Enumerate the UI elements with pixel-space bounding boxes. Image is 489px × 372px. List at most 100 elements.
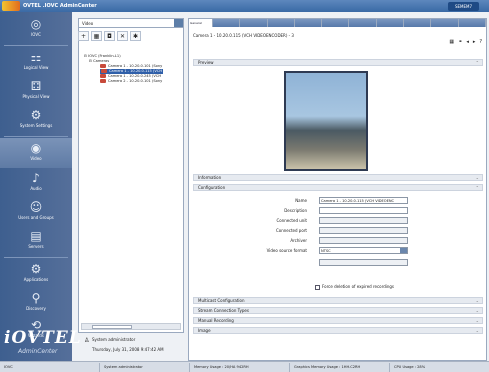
tab[interactable]: [458, 19, 486, 27]
nav-divider: [4, 257, 68, 258]
nav-label: IOVC: [31, 32, 41, 37]
nav-item-system-settings[interactable]: ⚙ System Settings: [0, 105, 72, 135]
nav-label: Logical View: [23, 65, 49, 70]
description-input[interactable]: [319, 207, 408, 214]
help-icon[interactable]: ?: [479, 39, 482, 45]
field-video-source-format: Video source format NTSC: [193, 247, 483, 255]
tree-node-label: Camera 1 - 10.20.0.245 (VCH: [108, 74, 162, 78]
field-label: Name: [295, 198, 307, 203]
tree-node-label: Camera 1 - 10.20.0.115 (VCH: [109, 69, 163, 73]
tree-node-camera[interactable]: Camera 2 - 10.20.0.101 (Sony: [100, 79, 162, 84]
nav-item-video[interactable]: ◉ Video: [0, 138, 72, 168]
name-input[interactable]: Camera 1 - 10.20.0.115 (VCH VIDEOENC: [319, 197, 408, 204]
back-icon[interactable]: ◂: [466, 39, 469, 45]
camera-preview: [284, 71, 368, 171]
tab[interactable]: [349, 19, 377, 27]
scrollbar-thumb[interactable]: [92, 325, 132, 329]
user-name: System administrator: [92, 337, 136, 342]
section-preview[interactable]: Preview ⌃: [193, 59, 483, 66]
user-icon: ♙: [84, 337, 90, 344]
tree-toolbar: + ▦ ◘ ✕ ✱: [78, 31, 184, 43]
tab[interactable]: [404, 19, 432, 27]
audio-icon: ♪: [32, 171, 40, 185]
nav-item-audio[interactable]: ♪ Audio: [0, 168, 72, 198]
section-title: Multicast Configuration: [198, 298, 245, 303]
nav-divider: [4, 45, 68, 46]
tree-horizontal-scrollbar[interactable]: [81, 323, 181, 330]
globe-icon: ◎: [30, 17, 42, 31]
nav-item-discovery[interactable]: ⚲ Discovery: [0, 288, 72, 318]
chevron-down-icon[interactable]: [400, 248, 407, 253]
grid-icon[interactable]: ▦: [449, 39, 454, 45]
section-title: Configuration: [198, 185, 226, 190]
navigation-sidebar: ◎ IOVC ⚏ Logical View ⚃ Physical View ⚙ Syst…: [0, 12, 81, 361]
nav-label: Users and Groups: [18, 215, 54, 220]
chevron-down-icon: ⌄: [475, 318, 479, 323]
section-configuration[interactable]: Configuration ⌃: [193, 184, 483, 191]
forward-icon[interactable]: ▸: [473, 39, 476, 45]
nav-label: Applications: [23, 277, 49, 282]
tree-view-selector-value: Video: [82, 21, 94, 26]
archiver-input: [319, 237, 408, 244]
section-multicast[interactable]: Multicast Configuration ⌄: [193, 297, 483, 304]
section-image[interactable]: Image ⌄: [193, 327, 483, 334]
nav-item-servers[interactable]: ▤ Servers: [0, 226, 72, 256]
section-stream-connection[interactable]: Stream Connection Types ⌄: [193, 307, 483, 314]
grid-icon[interactable]: ▦: [91, 31, 102, 41]
chevron-down-icon[interactable]: [174, 19, 183, 27]
tree-node-label: IOVC (Franklin-L1): [88, 54, 121, 58]
tree-view-selector[interactable]: Video: [78, 18, 184, 28]
chevron-down-icon: ⌄: [475, 175, 479, 180]
status-memory: Memory Usage : 20/HA 942RH: [190, 362, 290, 372]
add-icon[interactable]: +: [78, 31, 89, 41]
header-tools: ▦ ⚭ ◂ ▸ ?: [449, 39, 482, 45]
tab[interactable]: [294, 19, 323, 27]
tree-node-label: Cameras: [93, 59, 110, 63]
nav-item-logical-view[interactable]: ⚏ Logical View: [0, 47, 72, 77]
nav-item-physical-view[interactable]: ⚃ Physical View: [0, 76, 72, 106]
video-source-format-value: NTSC: [321, 249, 331, 253]
link-icon[interactable]: ⚭: [458, 39, 462, 45]
section-information[interactable]: Information ⌄: [193, 174, 483, 181]
delete-icon[interactable]: ✕: [117, 31, 128, 41]
nav-item-iovc[interactable]: ◎ IOVC: [0, 14, 72, 44]
field-name: Name Camera 1 - 10.20.0.115 (VCH VIDEOENC: [193, 197, 483, 205]
tab[interactable]: [431, 19, 459, 27]
nav-item-users-and-groups[interactable]: ☺ Users and Groups: [0, 197, 72, 227]
camera-add-icon[interactable]: ◘: [104, 31, 115, 41]
tab[interactable]: [267, 19, 295, 27]
section-title: Preview: [198, 60, 214, 65]
field-label: Connected port: [275, 228, 307, 233]
tab[interactable]: [213, 19, 241, 27]
tab[interactable]: [322, 19, 350, 27]
brand-subtitle: AdminCenter: [18, 348, 58, 355]
tab[interactable]: [376, 19, 405, 27]
section-title: Manual Recording: [198, 318, 234, 323]
chevron-down-icon: ⌄: [475, 298, 479, 303]
tree-node-label: Camera 1 - 10.20.0.101 (Sony: [108, 64, 163, 68]
nav-label: Audio: [30, 186, 42, 191]
action-menu-icon[interactable]: ✱: [130, 31, 141, 41]
title-bar: OVTEL .IOVC AdminCenter SEMEM7: [0, 0, 489, 12]
status-user: System administrator: [100, 362, 190, 372]
force-deletion-checkbox[interactable]: Force deletion of expired recordings: [315, 284, 394, 290]
video-source-format-select[interactable]: NTSC: [319, 247, 408, 254]
field-label: Archiver: [290, 238, 307, 243]
field-connected-unit: Connected unit: [193, 217, 483, 225]
field-label: Connected unit: [276, 218, 307, 223]
checkbox-icon[interactable]: [315, 284, 320, 290]
current-date: Thursday, July 31, 2008 9:47:42 AM: [92, 347, 164, 352]
connected-port-input: [319, 227, 408, 234]
tab[interactable]: [240, 19, 268, 27]
field-connected-port: Connected port: [193, 227, 483, 235]
app-title: OVTEL .IOVC AdminCenter: [23, 3, 97, 9]
servers-icon: ▤: [30, 229, 42, 243]
version-badge: SEMEM7: [447, 2, 479, 11]
tab-general[interactable]: General: [189, 19, 213, 27]
nav-item-applications[interactable]: ⚙ Applications: [0, 259, 72, 289]
camera-icon: [101, 69, 107, 73]
chevron-down-icon: ⌄: [475, 308, 479, 313]
disabled-input: [319, 259, 408, 266]
field-label: Video source format: [266, 248, 307, 253]
section-manual-recording[interactable]: Manual Recording ⌄: [193, 317, 483, 324]
